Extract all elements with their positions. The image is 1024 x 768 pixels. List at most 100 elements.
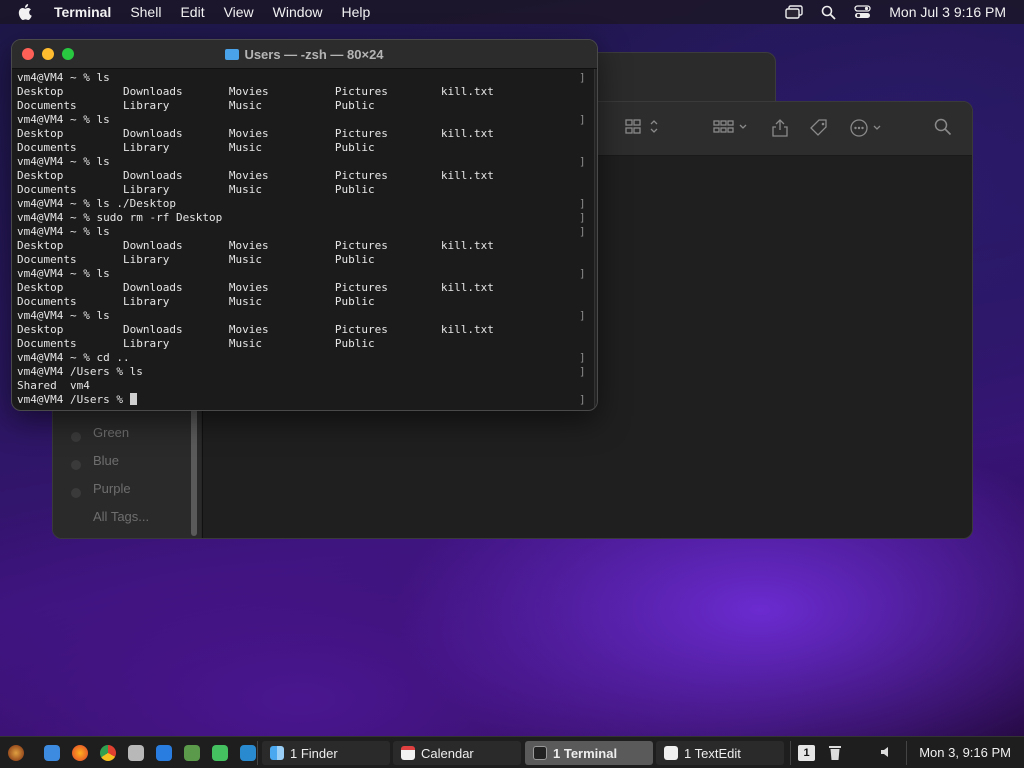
tag-green-dot [71, 432, 81, 442]
task-finder[interactable]: 1 Finder [262, 741, 390, 765]
menu-edit[interactable]: Edit [180, 4, 204, 20]
prompt-mark-icon: ] [579, 393, 586, 406]
apple-menu-icon[interactable] [18, 4, 40, 20]
terminal-line-text: Desktop Downloads Movies Pictures kill.t… [17, 169, 494, 182]
messages-icon[interactable] [212, 744, 228, 761]
view-grid-icon[interactable] [625, 118, 661, 141]
textedit-icon [664, 746, 678, 760]
terminal-line-text: Shared vm4 [17, 379, 90, 392]
menu-shell[interactable]: Shell [130, 4, 161, 20]
prompt-mark-icon: ] [579, 155, 586, 168]
terminal-line-text: Documents Library Music Public [17, 337, 375, 350]
firefox-icon[interactable] [72, 744, 88, 761]
terminal-line-text: Documents Library Music Public [17, 183, 375, 196]
scroll-top-marker-icon[interactable] [597, 71, 598, 80]
menu-help[interactable]: Help [341, 4, 370, 20]
menu-window[interactable]: Window [273, 4, 323, 20]
zoom-window-button[interactable] [62, 48, 74, 60]
sidebar-tag-purple[interactable]: Purple [93, 481, 131, 496]
menubar: Terminal Shell Edit View Window Help Mon… [0, 0, 1024, 24]
terminal-line: vm4@VM4 ~ % ls] [17, 267, 586, 281]
terminal-line: vm4@VM4 ~ % ls] [17, 155, 586, 169]
calendar-icon [401, 746, 415, 760]
screen-mirroring-icon[interactable] [785, 5, 803, 19]
menu-app-name[interactable]: Terminal [54, 4, 111, 20]
tag-icon[interactable] [809, 118, 829, 143]
prompt-mark-icon: ] [579, 211, 586, 224]
terminal-line: Desktop Downloads Movies Pictures kill.t… [17, 127, 585, 141]
tag-purple-dot [71, 488, 81, 498]
terminal-output[interactable]: vm4@VM4 ~ % ls] Desktop Downloads Movies … [17, 71, 586, 409]
sidebar-all-tags[interactable]: All Tags... [93, 509, 149, 524]
network-icon[interactable] [184, 744, 200, 761]
terminal-line: vm4@VM4 ~ % cd ..] [17, 351, 586, 365]
taskbar-clock[interactable]: Mon 3, 9:16 PM [919, 745, 1011, 760]
terminal-line: vm4@VM4 ~ % ls] [17, 71, 586, 85]
terminal-line: Documents Library Music Public [17, 337, 585, 351]
terminal-window[interactable]: Users — -zsh — 80×24 vm4@VM4 ~ % ls] Desk… [11, 39, 598, 411]
terminal-line: vm4@VM4 ~ % sudo rm -rf Desktop] [17, 211, 586, 225]
task-terminal[interactable]: 1 Terminal [525, 741, 653, 765]
terminal-line: Desktop Downloads Movies Pictures kill.t… [17, 85, 585, 99]
spotlight-search-icon[interactable] [821, 5, 836, 20]
minimize-window-button[interactable] [42, 48, 54, 60]
terminal-scrollbar[interactable] [594, 69, 598, 410]
terminal-line-text: Documents Library Music Public [17, 141, 375, 154]
task-finder-label: 1 Finder [290, 745, 338, 761]
terminal-titlebar[interactable]: Users — -zsh — 80×24 [12, 40, 597, 69]
terminal-line: vm4@VM4 ~ % ls] [17, 309, 586, 323]
text-cursor [129, 393, 137, 405]
taskbar-separator [790, 741, 791, 765]
terminal-line-text: vm4@VM4 ~ % ls [17, 267, 110, 280]
app-store-icon[interactable] [240, 744, 256, 761]
prompt-mark-icon: ] [579, 365, 586, 378]
search-icon[interactable] [934, 118, 952, 141]
chrome-icon[interactable] [100, 744, 116, 761]
terminal-line: vm4@VM4 /Users % ls] [17, 365, 586, 379]
menu-view[interactable]: View [224, 4, 254, 20]
image-viewer-icon[interactable] [128, 744, 144, 761]
mail-icon[interactable] [156, 744, 172, 761]
more-actions-icon[interactable] [849, 118, 885, 143]
terminal-line: Documents Library Music Public [17, 141, 585, 155]
taskbar: 1 Finder Calendar 1 Terminal 1 TextEdit … [0, 736, 1024, 768]
task-calendar-label: Calendar [421, 745, 474, 761]
terminal-line: Documents Library Music Public [17, 295, 585, 309]
control-center-icon[interactable] [854, 5, 871, 19]
prompt-mark-icon: ] [579, 225, 586, 238]
prompt-mark-icon: ] [579, 351, 586, 364]
terminal-line: vm4@VM4 ~ % ls ./Desktop] [17, 197, 586, 211]
sidebar-tag-blue[interactable]: Blue [93, 453, 119, 468]
folder-icon [225, 48, 240, 60]
terminal-line-text: vm4@VM4 /Users % ls [17, 365, 143, 378]
workspace-indicator[interactable]: 1 [798, 745, 815, 761]
group-by-icon[interactable] [713, 118, 751, 141]
start-menu-icon[interactable] [8, 744, 24, 761]
terminal-line: vm4@VM4 ~ % ls] [17, 113, 586, 127]
terminal-line: Desktop Downloads Movies Pictures kill.t… [17, 239, 585, 253]
task-terminal-label: 1 Terminal [553, 745, 618, 761]
sidebar-tag-green[interactable]: Green [93, 425, 129, 440]
close-window-button[interactable] [22, 48, 34, 60]
terminal-line: vm4@VM4 /Users % ] [17, 393, 586, 407]
terminal-line-text: Desktop Downloads Movies Pictures kill.t… [17, 281, 494, 294]
sidebar-scrollbar[interactable] [191, 402, 197, 536]
menubar-clock[interactable]: Mon Jul 3 9:16 PM [889, 4, 1006, 20]
trash-icon[interactable] [829, 745, 841, 763]
terminal-line: Documents Library Music Public [17, 99, 585, 113]
terminal-line: Desktop Downloads Movies Pictures kill.t… [17, 169, 585, 183]
files-icon[interactable] [44, 744, 60, 761]
task-calendar[interactable]: Calendar [393, 741, 521, 765]
terminal-icon [533, 746, 547, 760]
task-textedit-label: 1 TextEdit [684, 745, 741, 761]
volume-icon[interactable] [880, 746, 892, 761]
terminal-title: Users — -zsh — 80×24 [244, 46, 384, 62]
terminal-line: Desktop Downloads Movies Pictures kill.t… [17, 323, 585, 337]
share-icon[interactable] [771, 118, 789, 143]
terminal-line-text: Desktop Downloads Movies Pictures kill.t… [17, 323, 494, 336]
tag-blue-dot [71, 460, 81, 470]
task-textedit[interactable]: 1 TextEdit [656, 741, 784, 765]
terminal-line-text: vm4@VM4 ~ % cd .. [17, 351, 130, 364]
terminal-line-text: vm4@VM4 /Users % [17, 393, 130, 406]
terminal-line-text: Desktop Downloads Movies Pictures kill.t… [17, 85, 494, 98]
